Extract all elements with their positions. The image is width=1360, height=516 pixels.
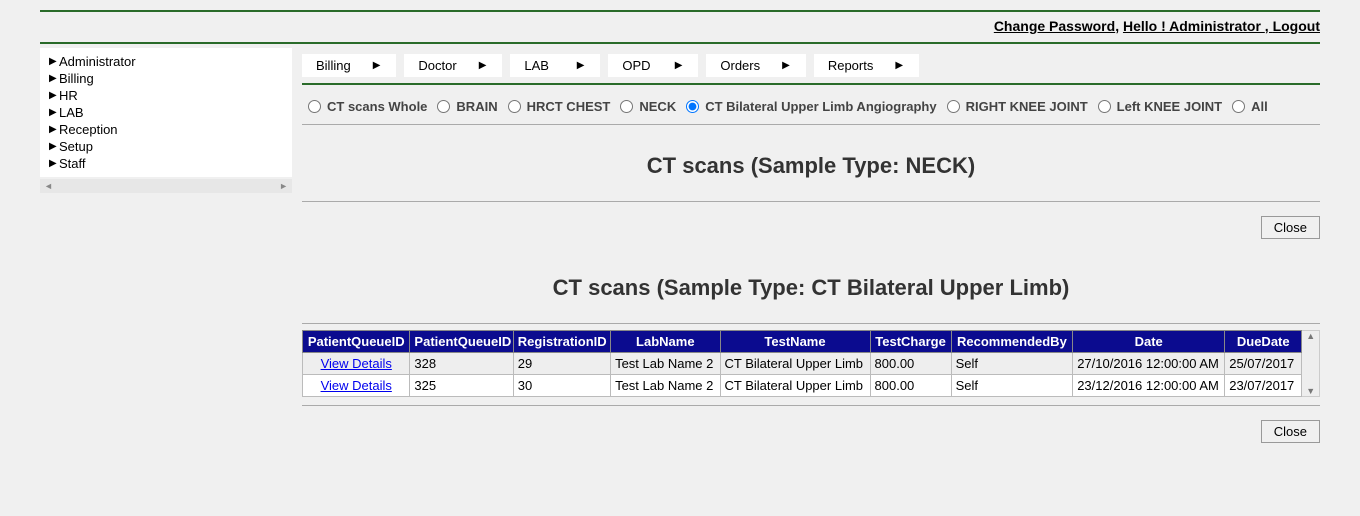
logout-link[interactable]: Logout [1273, 18, 1320, 34]
tab-label: Doctor [418, 58, 456, 73]
radio-ct-scans-whole[interactable]: CT scans Whole [308, 99, 427, 114]
column-header[interactable]: PatientQueueID [303, 331, 410, 353]
results-table: PatientQueueID PatientQueueID Registrati… [302, 330, 1302, 397]
scroll-right-icon: ► [279, 181, 288, 191]
tab-label: Reports [828, 58, 874, 73]
tab-label: OPD [622, 58, 650, 73]
tab-label: LAB [524, 58, 549, 73]
column-header[interactable]: TestCharge [870, 331, 951, 353]
radio-all[interactable]: All [1232, 99, 1268, 114]
sidebar-item-administrator[interactable]: ▶ Administrator [41, 53, 291, 70]
cell: Test Lab Name 2 [611, 353, 720, 375]
change-password-link[interactable]: Change Password [994, 18, 1115, 34]
tab-lab[interactable]: LAB ▶ [510, 54, 600, 77]
section-title-neck: CT scans (Sample Type: NECK) [302, 153, 1320, 179]
cell: 27/10/2016 12:00:00 AM [1073, 353, 1225, 375]
table-row: View Details 328 29 Test Lab Name 2 CT B… [303, 353, 1302, 375]
sidebar-item-reception[interactable]: ▶ Reception [41, 121, 291, 138]
view-details-link[interactable]: View Details [321, 378, 392, 393]
cell: 800.00 [870, 353, 951, 375]
table-row: View Details 325 30 Test Lab Name 2 CT B… [303, 375, 1302, 397]
cell: Self [951, 375, 1073, 397]
cell: 328 [410, 353, 513, 375]
caret-right-icon: ▶ [577, 60, 585, 71]
radio-left-knee-joint[interactable]: Left KNEE JOINT [1098, 99, 1222, 114]
caret-right-icon: ▶ [49, 56, 59, 67]
cell: 23/07/2017 [1225, 375, 1302, 397]
close-button[interactable]: Close [1261, 420, 1320, 443]
scroll-down-icon: ▼ [1306, 386, 1315, 396]
column-header[interactable]: TestName [720, 331, 870, 353]
caret-right-icon: ▶ [49, 124, 59, 135]
sidebar-horizontal-scrollbar[interactable]: ◄ ► [40, 179, 292, 193]
cell: Self [951, 353, 1073, 375]
scroll-up-icon: ▲ [1306, 331, 1315, 341]
caret-right-icon: ▶ [782, 60, 790, 71]
sidebar-item-hr[interactable]: ▶ HR [41, 87, 291, 104]
caret-right-icon: ▶ [49, 90, 59, 101]
column-header[interactable]: RegistrationID [513, 331, 610, 353]
tab-orders[interactable]: Orders ▶ [706, 54, 805, 77]
scan-type-radio-group: CT scans Whole BRAIN HRCT CHEST NECK CT … [302, 85, 1320, 125]
sidebar-item-lab[interactable]: ▶ LAB [41, 104, 291, 121]
column-header[interactable]: RecommendedBy [951, 331, 1073, 353]
cell: 23/12/2016 12:00:00 AM [1073, 375, 1225, 397]
cell: CT Bilateral Upper Limb [720, 353, 870, 375]
tab-label: Orders [720, 58, 760, 73]
close-button[interactable]: Close [1261, 216, 1320, 239]
tab-billing[interactable]: Billing ▶ [302, 54, 396, 77]
sidebar-item-label: Billing [59, 71, 94, 86]
tab-opd[interactable]: OPD ▶ [608, 54, 698, 77]
caret-right-icon: ▶ [49, 141, 59, 152]
hello-user-link[interactable]: Hello ! Administrator [1123, 18, 1265, 34]
cell: 30 [513, 375, 610, 397]
column-header[interactable]: PatientQueueID [410, 331, 513, 353]
tab-doctor[interactable]: Doctor ▶ [404, 54, 502, 77]
sidebar-item-label: HR [59, 88, 78, 103]
caret-right-icon: ▶ [373, 60, 381, 71]
radio-right-knee-joint[interactable]: RIGHT KNEE JOINT [947, 99, 1088, 114]
table-vertical-scrollbar[interactable]: ▲ ▼ [1302, 330, 1320, 397]
section-title-bilateral: CT scans (Sample Type: CT Bilateral Uppe… [302, 275, 1320, 301]
sidebar-item-label: Setup [59, 139, 93, 154]
view-details-link[interactable]: View Details [321, 356, 392, 371]
top-links: Change Password, Hello ! Administrator ,… [40, 16, 1320, 40]
column-header[interactable]: DueDate [1225, 331, 1302, 353]
caret-right-icon: ▶ [479, 60, 487, 71]
scroll-left-icon: ◄ [44, 181, 53, 191]
caret-right-icon: ▶ [895, 60, 903, 71]
sidebar-item-staff[interactable]: ▶ Staff [41, 155, 291, 172]
top-tabbar: Billing ▶ Doctor ▶ LAB ▶ OPD ▶ Orders [302, 48, 1320, 85]
sidebar-item-label: Staff [59, 156, 86, 171]
sidebar: ▶ Administrator ▶ Billing ▶ HR ▶ LAB ▶ [40, 48, 292, 177]
cell: 25/07/2017 [1225, 353, 1302, 375]
sidebar-item-label: Administrator [59, 54, 136, 69]
sidebar-item-setup[interactable]: ▶ Setup [41, 138, 291, 155]
column-header[interactable]: LabName [611, 331, 720, 353]
tab-reports[interactable]: Reports ▶ [814, 54, 919, 77]
sidebar-item-billing[interactable]: ▶ Billing [41, 70, 291, 87]
caret-right-icon: ▶ [675, 60, 683, 71]
sidebar-item-label: Reception [59, 122, 118, 137]
radio-ct-bilateral-upper-limb[interactable]: CT Bilateral Upper Limb Angiography [686, 99, 936, 114]
caret-right-icon: ▶ [49, 73, 59, 84]
cell: Test Lab Name 2 [611, 375, 720, 397]
cell: 29 [513, 353, 610, 375]
cell: 325 [410, 375, 513, 397]
tab-label: Billing [316, 58, 351, 73]
column-header[interactable]: Date [1073, 331, 1225, 353]
radio-brain[interactable]: BRAIN [437, 99, 497, 114]
cell: CT Bilateral Upper Limb [720, 375, 870, 397]
radio-hrct-chest[interactable]: HRCT CHEST [508, 99, 611, 114]
caret-right-icon: ▶ [49, 158, 59, 169]
caret-right-icon: ▶ [49, 107, 59, 118]
cell: 800.00 [870, 375, 951, 397]
radio-neck[interactable]: NECK [620, 99, 676, 114]
sidebar-item-label: LAB [59, 105, 84, 120]
